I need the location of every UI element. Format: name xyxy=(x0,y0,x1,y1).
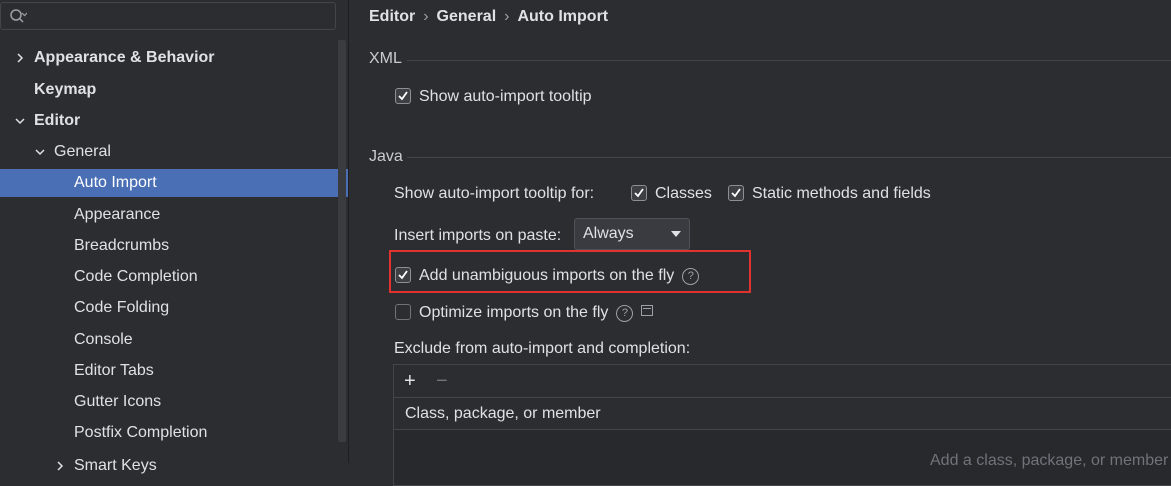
exclude-table-header: Class, package, or member xyxy=(394,398,1171,430)
sidebar-item-label: Breadcrumbs xyxy=(74,237,170,254)
settings-content: Editor › General › Auto Import XML Show auto… xyxy=(349,0,1171,486)
sidebar-item-label: Postfix Completion xyxy=(74,424,208,441)
java-tooltip-for-row: Show auto-import tooltip for: xyxy=(394,185,594,203)
sidebar-item-label: Code Completion xyxy=(74,268,198,285)
sidebar-scrollbar[interactable] xyxy=(338,40,346,442)
sidebar-item-label: General xyxy=(54,143,111,160)
java-static-methods-checkbox[interactable] xyxy=(728,185,744,201)
sidebar-item-editor-tabs[interactable]: Editor Tabs xyxy=(74,357,154,385)
java-section-title: Java xyxy=(369,148,403,165)
exclude-table-toolbar: + − xyxy=(394,365,1171,398)
sidebar-item-code-completion[interactable]: Code Completion xyxy=(74,263,198,291)
xml-show-tooltip-label: Show auto-import tooltip xyxy=(419,88,592,105)
dropdown-arrow-icon xyxy=(671,231,681,237)
search-icon xyxy=(10,9,27,23)
java-optimize-checkbox[interactable] xyxy=(395,304,411,320)
minus-icon[interactable]: − xyxy=(436,371,448,391)
sidebar-item-breadcrumbs[interactable]: Breadcrumbs xyxy=(74,232,169,260)
search-input[interactable] xyxy=(0,2,336,30)
sidebar-item-label: Gutter Icons xyxy=(74,393,162,410)
sidebar-item-label: Editor Tabs xyxy=(74,362,154,379)
java-optimize-label: Optimize imports on the fly xyxy=(419,304,609,321)
java-static-methods-label: Static methods and fields xyxy=(752,185,931,202)
sidebar-item-postfix-completion[interactable]: Postfix Completion xyxy=(74,419,207,447)
exclude-table-body[interactable]: Add a class, package, or member xyxy=(394,430,1171,485)
sidebar-item-appearance[interactable]: Appearance xyxy=(74,201,160,229)
sidebar-item-label: Smart Keys xyxy=(74,457,157,474)
sidebar-item-label: Editor xyxy=(34,112,81,129)
sidebar-item-editor[interactable]: Editor xyxy=(34,107,80,135)
chevron-right-icon[interactable] xyxy=(54,460,66,472)
breadcrumb-separator: › xyxy=(504,8,510,25)
java-tooltip-for-label: Show auto-import tooltip for: xyxy=(394,185,595,202)
check-icon xyxy=(731,188,741,198)
java-exclude-label: Exclude from auto-import and completion: xyxy=(394,340,691,357)
sidebar-item-keymap[interactable]: Keymap xyxy=(34,76,96,104)
java-classes-label: Classes xyxy=(655,185,712,202)
sidebar-item-smart-keys[interactable]: Smart Keys xyxy=(74,452,157,480)
chevron-down-icon[interactable] xyxy=(14,115,26,127)
highlight-box xyxy=(389,250,751,293)
xml-section-title: XML xyxy=(369,50,402,67)
sidebar-item-label: Console xyxy=(74,331,133,348)
sidebar-item-label: Code Folding xyxy=(74,299,170,316)
sidebar-item-label: Appearance & Behavior xyxy=(34,49,215,66)
sidebar-item-console[interactable]: Console xyxy=(74,326,133,354)
breadcrumb-item-general[interactable]: General xyxy=(437,8,497,25)
breadcrumb-separator: › xyxy=(423,8,429,25)
sidebar-item-general[interactable]: General xyxy=(54,138,111,166)
exclude-table: + − Class, package, or member Add a clas… xyxy=(393,364,1171,486)
section-divider xyxy=(407,157,1171,158)
plus-icon[interactable]: + xyxy=(404,371,416,391)
java-optimize-option[interactable]: Optimize imports on the fly? xyxy=(395,304,654,322)
section-divider xyxy=(407,60,1171,61)
sidebar-item-label: Keymap xyxy=(34,81,97,98)
insert-on-paste-dropdown[interactable]: Always xyxy=(574,218,690,250)
check-icon xyxy=(398,91,408,101)
java-classes-option[interactable]: Classes xyxy=(631,185,712,203)
xml-show-tooltip-option[interactable]: Show auto-import tooltip xyxy=(395,88,592,106)
sidebar-item-gutter-icons[interactable]: Gutter Icons xyxy=(74,388,161,416)
settings-sidebar: Appearance & Behavior Keymap Editor Gene… xyxy=(0,0,348,474)
exclude-table-empty-hint: Add a class, package, or member xyxy=(930,452,1169,469)
check-icon xyxy=(634,188,644,198)
java-classes-checkbox[interactable] xyxy=(631,185,647,201)
xml-show-tooltip-checkbox[interactable] xyxy=(395,88,411,104)
help-icon[interactable]: ? xyxy=(616,305,634,322)
chevron-right-icon[interactable] xyxy=(14,52,26,64)
sidebar-item-label: Auto Import xyxy=(74,174,157,191)
sidebar-item-appearance-behavior[interactable]: Appearance & Behavior xyxy=(34,44,215,72)
chevron-down-icon[interactable] xyxy=(34,146,46,158)
java-static-methods-option[interactable]: Static methods and fields xyxy=(728,185,931,203)
sidebar-item-auto-import[interactable]: Auto Import xyxy=(0,169,348,197)
settings-scope-icon[interactable] xyxy=(641,305,654,316)
java-insert-on-paste-label: Insert imports on paste: xyxy=(394,227,562,244)
breadcrumb-item-editor[interactable]: Editor xyxy=(369,8,415,25)
sidebar-item-label: Appearance xyxy=(74,206,161,223)
breadcrumb: Editor › General › Auto Import xyxy=(369,8,608,26)
sidebar-item-code-folding[interactable]: Code Folding xyxy=(74,294,169,322)
breadcrumb-item-auto-import: Auto Import xyxy=(517,8,609,25)
insert-on-paste-value: Always xyxy=(583,225,634,242)
